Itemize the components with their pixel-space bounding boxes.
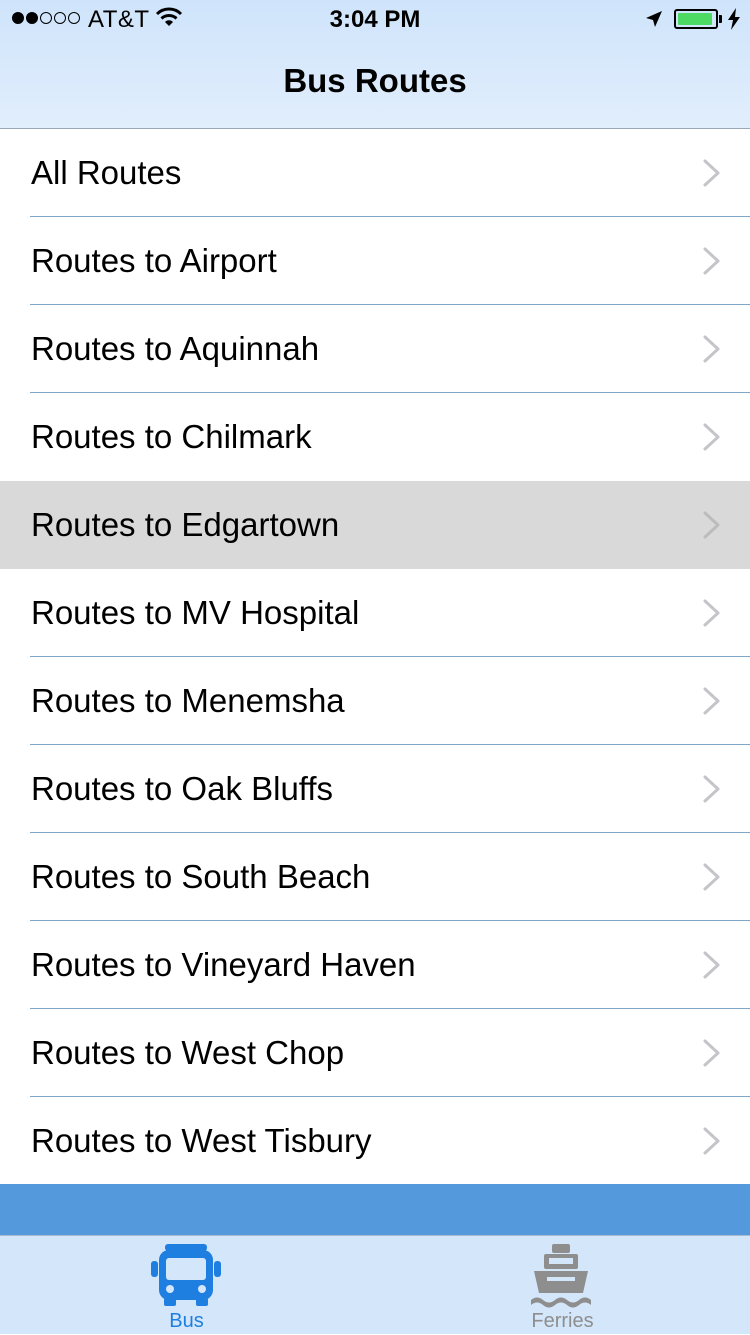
route-row-label: Routes to Oak Bluffs	[31, 770, 334, 807]
route-row[interactable]: Routes to MV Hospital	[0, 569, 750, 657]
page-title: Bus Routes	[283, 62, 467, 99]
route-row-label: Routes to West Tisbury	[31, 1122, 372, 1159]
route-row-label: Routes to Aquinnah	[31, 330, 320, 367]
chevron-right-icon	[703, 599, 721, 632]
chevron-right-icon	[703, 423, 721, 456]
tab-bus-label: Bus	[169, 1310, 204, 1332]
ferry-icon	[525, 1243, 597, 1316]
route-row-label: Routes to South Beach	[31, 858, 371, 895]
location-arrow-icon	[644, 9, 664, 34]
route-row[interactable]: Routes to Airport	[0, 217, 750, 305]
route-row[interactable]: Routes to Oak Bluffs	[0, 745, 750, 833]
battery-icon	[674, 9, 718, 29]
header: AT&T 3:04 PM Bus Routes	[0, 0, 750, 129]
battery-tip	[719, 15, 722, 23]
route-row[interactable]: Routes to South Beach	[0, 833, 750, 921]
route-row-label: Routes to MV Hospital	[31, 594, 360, 631]
route-row-label: Routes to West Chop	[31, 1034, 345, 1071]
route-row-label: Routes to Airport	[31, 242, 277, 279]
chevron-right-icon	[703, 951, 721, 984]
route-row[interactable]: All Routes	[0, 129, 750, 217]
chevron-right-icon	[703, 687, 721, 720]
chevron-right-icon	[703, 247, 721, 280]
status-bar: AT&T 3:04 PM	[0, 0, 750, 40]
route-row[interactable]: Routes to Chilmark	[0, 393, 750, 481]
route-row-label: Routes to Chilmark	[31, 418, 312, 455]
chevron-right-icon	[703, 511, 721, 544]
route-row-label: All Routes	[31, 154, 182, 191]
chevron-right-icon	[703, 775, 721, 808]
route-row-label: Routes to Vineyard Haven	[31, 946, 416, 983]
status-time: 3:04 PM	[329, 6, 421, 33]
route-row[interactable]: Routes to West Tisbury	[0, 1097, 750, 1185]
chevron-right-icon	[703, 863, 721, 896]
route-row[interactable]: Routes to West Chop	[0, 1009, 750, 1097]
tab-ferries-label: Ferries	[531, 1310, 594, 1332]
battery-level	[678, 13, 713, 25]
route-row[interactable]: Routes to Menemsha	[0, 657, 750, 745]
route-row-label: Routes to Edgartown	[31, 506, 340, 543]
tab-ferries[interactable]: Ferries	[375, 1236, 750, 1335]
chevron-right-icon	[703, 335, 721, 368]
route-row-label: Routes to Menemsha	[31, 682, 345, 719]
tab-bus[interactable]: Bus	[0, 1236, 375, 1335]
chevron-right-icon	[703, 1039, 721, 1072]
blue-band	[0, 1184, 750, 1235]
route-row[interactable]: Routes to Aquinnah	[0, 305, 750, 393]
route-row[interactable]: Routes to Edgartown	[0, 481, 750, 569]
route-list: All Routes Routes to Airport Routes to Aqu…	[0, 129, 750, 1185]
chevron-right-icon	[703, 159, 721, 192]
bus-icon	[150, 1243, 222, 1312]
charging-bolt-icon	[727, 8, 741, 35]
route-row[interactable]: Routes to Vineyard Haven	[0, 921, 750, 1009]
chevron-right-icon	[703, 1127, 721, 1160]
tab-bar: Bus Ferries	[0, 1235, 750, 1334]
